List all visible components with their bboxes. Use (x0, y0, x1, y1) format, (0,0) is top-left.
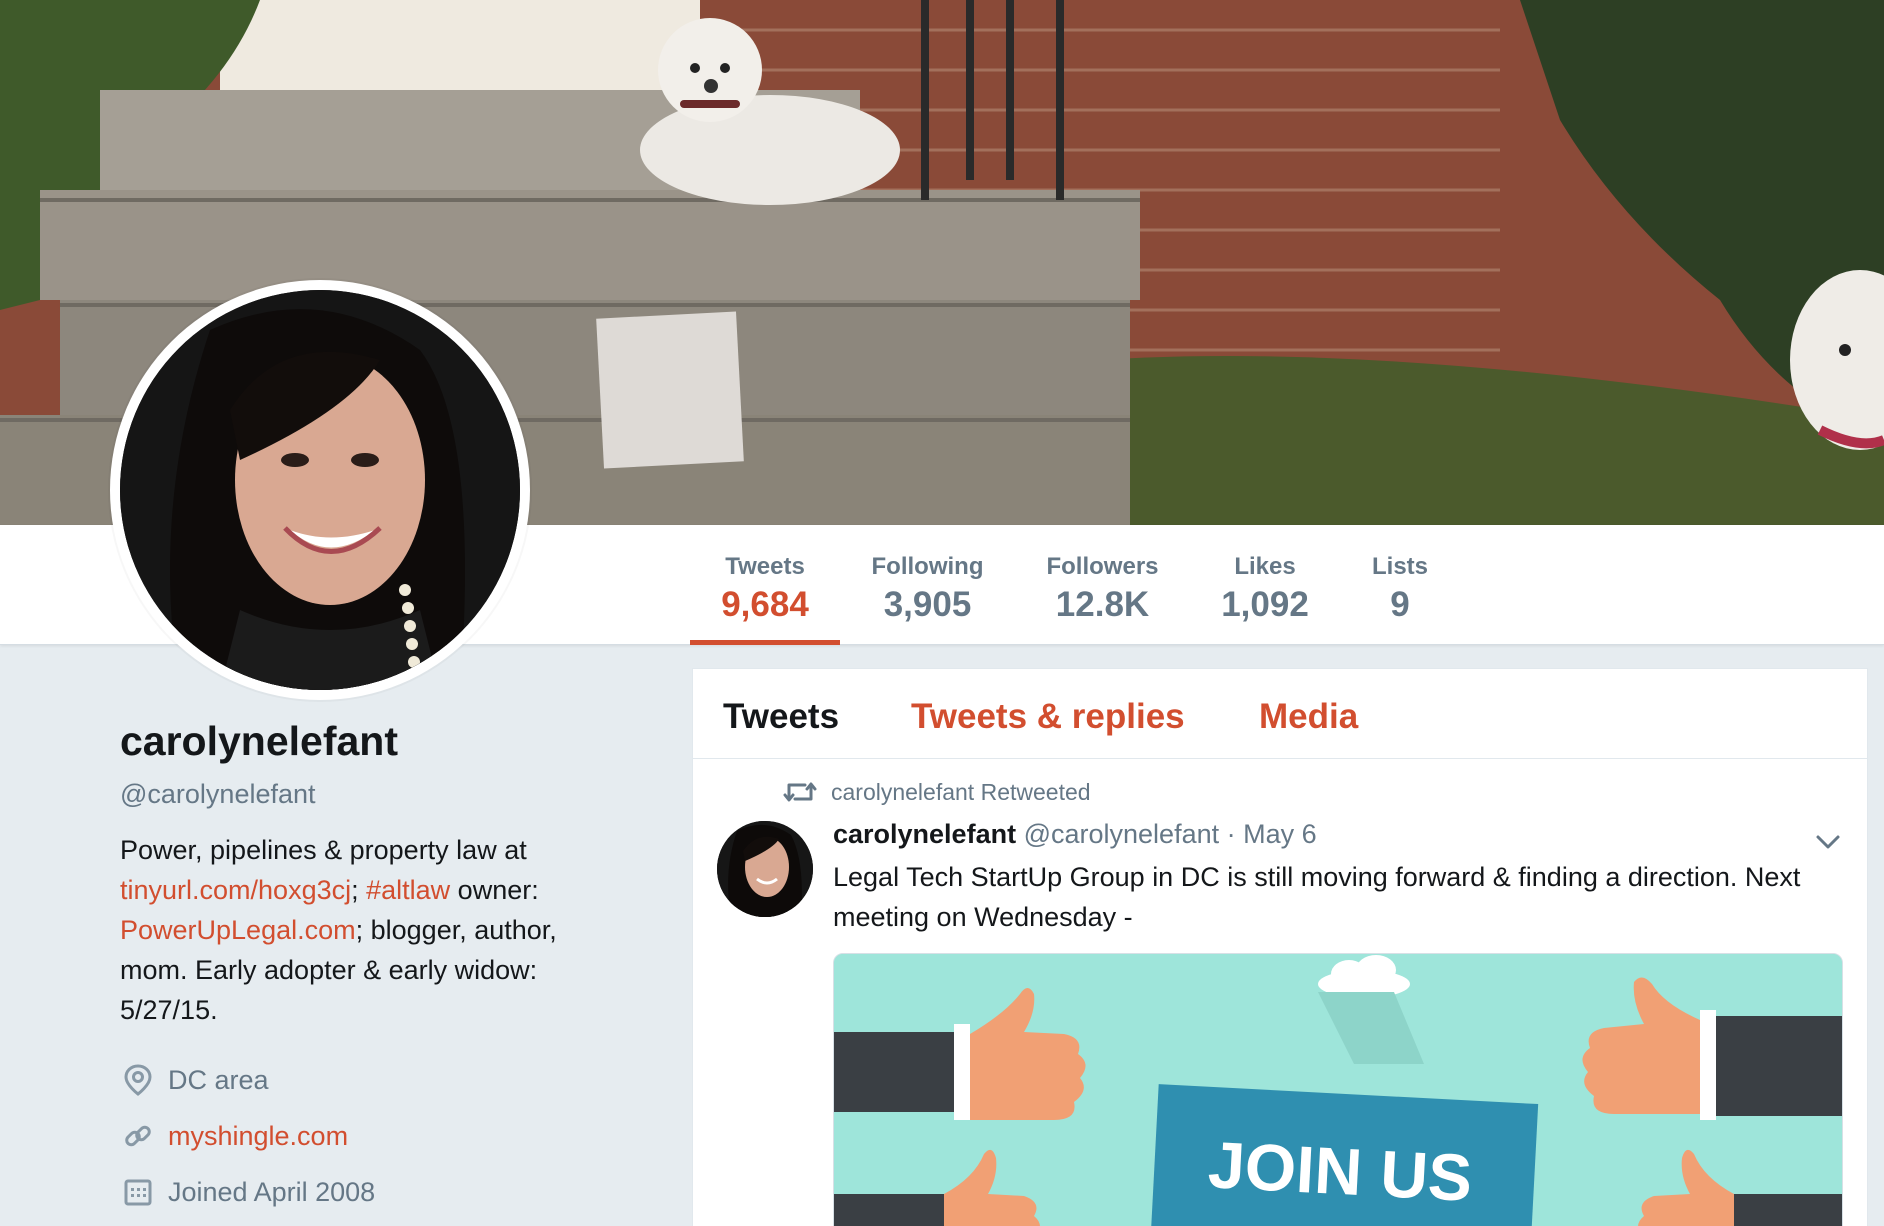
tweet-author-handle[interactable]: @carolynelefant (1024, 819, 1220, 849)
stat-likes-value: 1,092 (1221, 585, 1309, 624)
profile-meta: DC area myshingle.com Joined April 2008 (120, 1052, 620, 1220)
stat-lists-value: 9 (1390, 585, 1410, 624)
stat-lists-label: Lists (1371, 553, 1428, 580)
profile-location: DC area (120, 1052, 620, 1108)
stat-lists[interactable]: Lists 9 (1360, 553, 1440, 625)
retweet-context-text[interactable]: carolynelefant Retweeted (831, 779, 1091, 806)
tweet-author-avatar[interactable] (717, 821, 813, 917)
bio-text-2: ; (351, 875, 367, 905)
joined-text: Joined April 2008 (168, 1176, 376, 1207)
tweet-header: carolynelefant @carolynelefant · May 6 (833, 819, 1317, 850)
timeline-tabs: Tweets Tweets & replies Media (693, 669, 1867, 759)
location-text: DC area (168, 1064, 269, 1095)
tab-media[interactable]: Media (1259, 697, 1358, 737)
stat-likes[interactable]: Likes 1,092 (1210, 553, 1320, 625)
tweet-date[interactable]: · May 6 (1227, 819, 1317, 849)
profile-joined: Joined April 2008 (120, 1164, 620, 1220)
location-pin-icon (120, 1062, 156, 1098)
join-us-sign-text: JOIN US (1206, 1127, 1474, 1215)
stat-tweets[interactable]: Tweets 9,684 (700, 553, 830, 625)
profile-name[interactable]: carolynelefant (120, 718, 620, 765)
retweet-context: carolynelefant Retweeted (783, 777, 1091, 807)
timeline-panel: Tweets Tweets & replies Media carolynele… (692, 668, 1868, 1226)
bio-hashtag-altlaw[interactable]: #altlaw (366, 875, 450, 905)
stat-tweets-label: Tweets (725, 553, 805, 580)
tweet-media-image[interactable]: JOIN US (833, 953, 1843, 1226)
stat-likes-label: Likes (1234, 553, 1296, 580)
profile-card: carolynelefant @carolynelefant Power, pi… (120, 718, 620, 1220)
profile-avatar[interactable] (110, 280, 530, 700)
stat-followers[interactable]: Followers 12.8K (1035, 553, 1170, 625)
bio-text-3: owner: (450, 875, 539, 905)
active-stat-indicator (690, 640, 840, 645)
stat-followers-label: Followers (1046, 553, 1159, 580)
stat-following[interactable]: Following 3,905 (860, 553, 995, 625)
stat-followers-value: 12.8K (1055, 585, 1150, 624)
retweet-icon (783, 777, 817, 807)
stat-following-value: 3,905 (883, 585, 972, 624)
bio-text-1: Power, pipelines & property law at (120, 835, 527, 865)
profile-website: myshingle.com (120, 1108, 620, 1164)
tweet-author-name[interactable]: carolynelefant (833, 819, 1016, 849)
bio-link-tinyurl[interactable]: tinyurl.com/hoxg3cj (120, 875, 351, 905)
profile-bio: Power, pipelines & property law at tinyu… (120, 830, 620, 1030)
tab-tweets[interactable]: Tweets (723, 697, 839, 737)
website-link[interactable]: myshingle.com (168, 1121, 348, 1152)
tab-tweets-and-replies[interactable]: Tweets & replies (911, 697, 1185, 737)
stat-following-label: Following (871, 553, 984, 580)
avatar-photo (120, 290, 520, 690)
profile-handle[interactable]: @carolynelefant (120, 779, 620, 810)
link-icon (120, 1118, 156, 1154)
calendar-icon (120, 1174, 156, 1210)
tweet-text: Legal Tech StartUp Group in DC is still … (833, 862, 1801, 932)
chevron-down-icon[interactable] (1813, 827, 1843, 857)
stat-tweets-value: 9,684 (721, 585, 809, 624)
bio-link-powerup[interactable]: PowerUpLegal.com (120, 915, 356, 945)
